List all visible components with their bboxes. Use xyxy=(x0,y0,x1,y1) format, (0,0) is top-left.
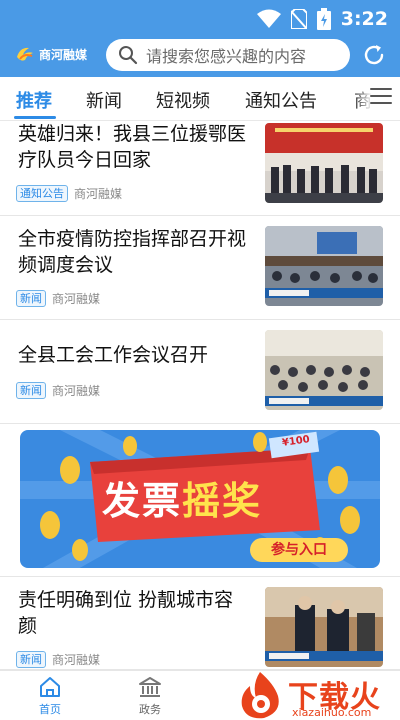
news-thumbnail xyxy=(265,123,383,203)
news-title: 全县工会工作会议召开 xyxy=(18,344,209,366)
news-source: 商河融媒 xyxy=(52,292,101,306)
news-title: 全市疫情防控指挥部召开视频调度会议 xyxy=(18,228,247,276)
news-tag: 通知公告 xyxy=(16,185,68,202)
news-item[interactable]: 全市疫情防控指挥部召开视频调度会议 新闻 商河融媒 xyxy=(0,216,400,320)
promo-banner[interactable]: ¥100 发票摇奖 参与入口 xyxy=(20,430,380,568)
status-bar: 3:22 xyxy=(0,0,400,37)
government-building-icon xyxy=(139,677,161,697)
status-icons: 3:22 xyxy=(256,7,388,31)
fire-logo-icon xyxy=(241,672,279,719)
news-thumbnail xyxy=(265,226,383,306)
category-tabs: 推荐 新闻 短视频 通知公告 商 xyxy=(0,77,400,121)
search-icon xyxy=(119,46,138,65)
tab-recommend[interactable]: 推荐 xyxy=(16,87,52,113)
brand-name: 商河融媒 xyxy=(39,47,88,62)
search-input[interactable]: 请搜索您感兴趣的内容 xyxy=(106,39,350,71)
nav-government[interactable]: 政务 xyxy=(120,675,180,717)
news-meta: 新闻 商河融媒 xyxy=(16,651,100,668)
search-placeholder: 请搜索您感兴趣的内容 xyxy=(146,47,307,66)
tab-news[interactable]: 新闻 xyxy=(86,87,122,113)
banner-cta-button[interactable]: 参与入口 xyxy=(250,538,348,562)
nav-home[interactable]: 首页 xyxy=(20,675,80,717)
watermark-url: xiazaihuo.com xyxy=(292,706,372,719)
tab-notices[interactable]: 通知公告 xyxy=(245,87,317,113)
news-meta: 通知公告 商河融媒 xyxy=(16,185,122,202)
status-time: 3:22 xyxy=(340,8,388,30)
news-tag: 新闻 xyxy=(16,290,46,307)
banner-title: 发票摇奖 xyxy=(102,470,262,525)
news-tag: 新闻 xyxy=(16,382,46,399)
home-icon xyxy=(40,677,60,697)
news-source: 商河融媒 xyxy=(52,653,101,667)
news-title: 责任明确到位 扮靓城市容颜 xyxy=(18,589,234,637)
nav-home-label: 首页 xyxy=(39,703,61,716)
tab-short-video[interactable]: 短视频 xyxy=(156,87,210,113)
news-thumbnail xyxy=(265,330,383,410)
news-source: 商河融媒 xyxy=(52,384,101,398)
news-item[interactable]: 全县工会工作会议召开 新闻 商河融媒 xyxy=(0,320,400,424)
news-title: 英雄归来！我县三位援鄂医疗队员今日回家 xyxy=(18,123,247,171)
news-thumbnail xyxy=(265,587,383,667)
news-item[interactable]: 英雄归来！我县三位援鄂医疗队员今日回家 通知公告 商河融媒 xyxy=(0,121,400,216)
news-meta: 新闻 商河融媒 xyxy=(16,382,100,399)
brand-logo-icon xyxy=(17,47,33,61)
menu-icon[interactable] xyxy=(370,88,392,108)
watermark: 下载火 xiazaihuo.com xyxy=(232,670,398,720)
banner-title-part2: 摇奖 xyxy=(182,479,263,523)
news-item[interactable]: 责任明确到位 扮靓城市容颜 新闻 商河融媒 xyxy=(0,576,400,670)
brand[interactable]: 商河融媒 xyxy=(14,43,87,65)
refresh-icon[interactable] xyxy=(362,43,386,67)
wifi-icon xyxy=(256,9,281,28)
banner-title-part1: 发票 xyxy=(102,479,183,523)
news-meta: 新闻 商河融媒 xyxy=(16,290,100,307)
news-tag: 新闻 xyxy=(16,651,46,668)
app-header: 商河融媒 请搜索您感兴趣的内容 xyxy=(0,37,400,77)
nav-government-label: 政务 xyxy=(139,703,161,716)
no-sim-icon xyxy=(290,9,307,29)
battery-charging-icon xyxy=(316,8,331,30)
active-tab-indicator xyxy=(14,116,56,119)
news-source: 商河融媒 xyxy=(74,187,123,201)
